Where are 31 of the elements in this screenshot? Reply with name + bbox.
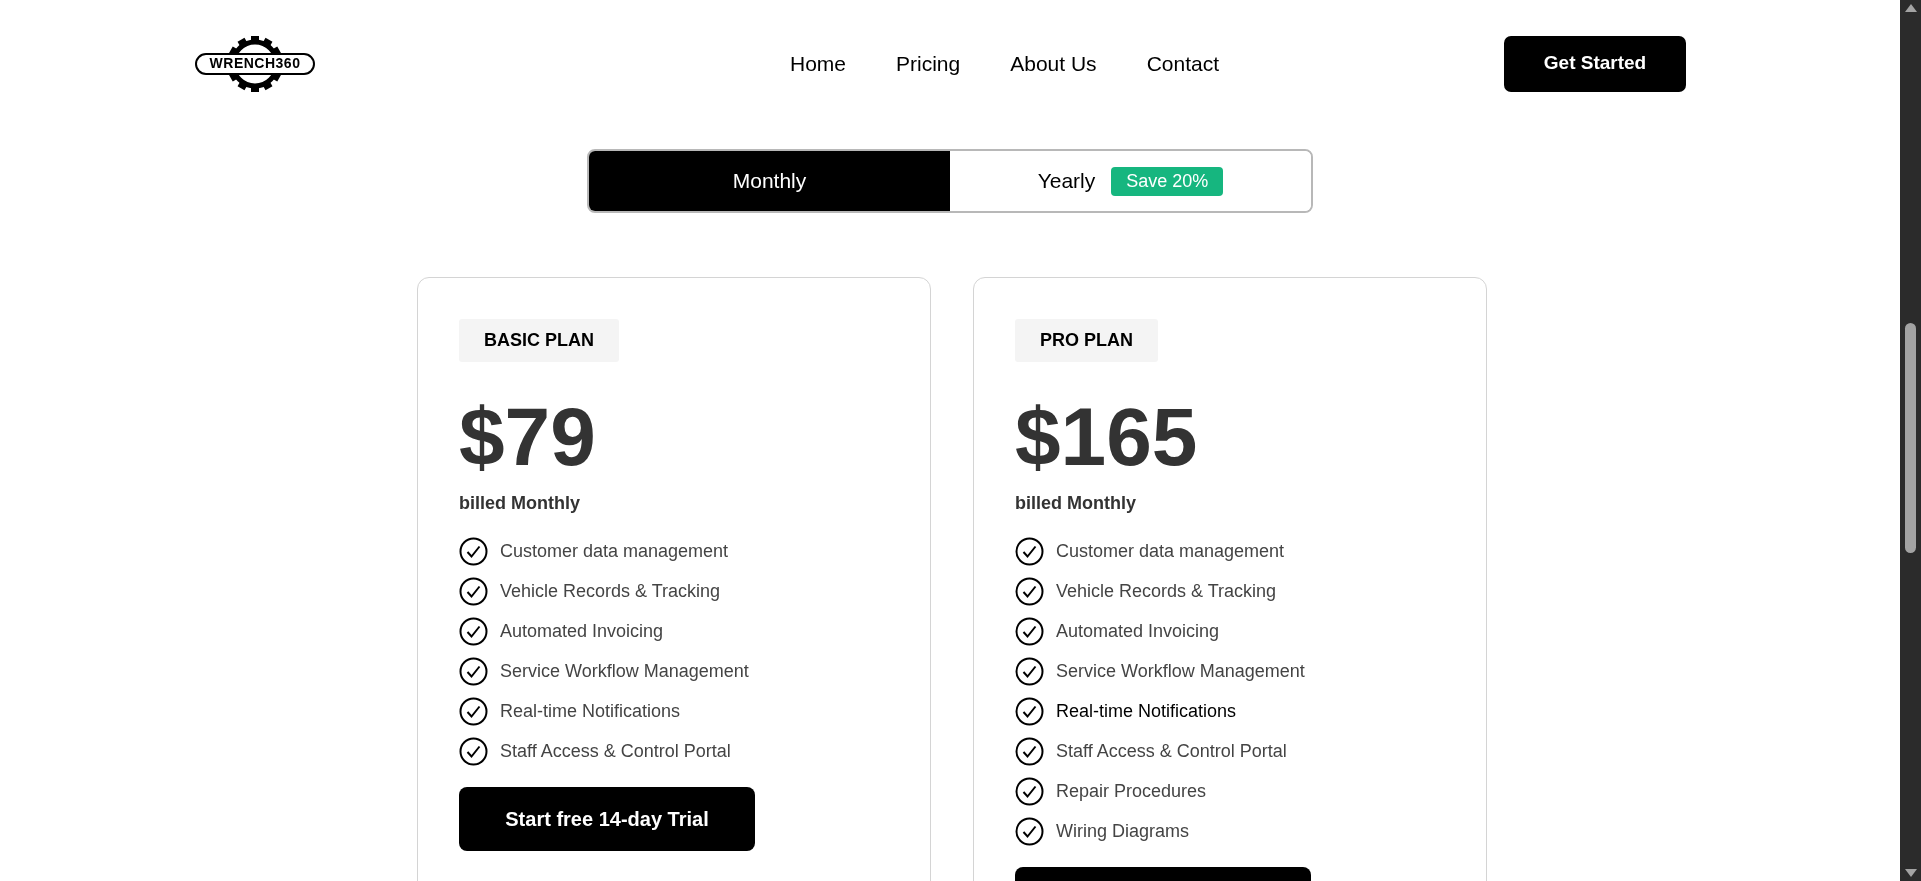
plan-tag: BASIC PLAN <box>459 319 619 362</box>
tab-label: Yearly <box>1037 168 1096 195</box>
feature-text: Customer data management <box>1056 540 1285 563</box>
feature-text: Service Workflow Management <box>1056 660 1305 683</box>
get-started-button[interactable]: Get Started <box>1504 35 1686 92</box>
trial-button[interactable]: Start free 14-day Trial <box>459 787 755 851</box>
plan-tag: PRO PLAN <box>1015 319 1158 362</box>
plan-price: $79 <box>459 396 596 478</box>
plan-price: $165 <box>1015 396 1198 478</box>
feature-text: Service Workflow Management <box>500 660 749 683</box>
feature-text: Automated Invoicing <box>500 620 664 643</box>
feature-text: Wiring Diagrams <box>1056 820 1190 843</box>
feature-text: Staff Access & Control Portal <box>1056 740 1287 763</box>
tab-label: Monthly <box>732 168 807 195</box>
billing-note: billed Monthly <box>1015 492 1136 515</box>
feature-text: Vehicle Records & Tracking <box>500 580 721 603</box>
feature-text: Repair Procedures <box>1056 780 1207 803</box>
nav-link[interactable]: About Us <box>1010 47 1097 80</box>
billing-note: billed Monthly <box>459 492 580 515</box>
feature-text: Automated Invoicing <box>1056 620 1220 643</box>
discount-badge: Save 20% <box>1111 166 1224 196</box>
nav-link[interactable]: Contact <box>1146 47 1219 80</box>
billing-tab[interactable]: Monthly <box>589 151 950 211</box>
logo-text[interactable]: WRENCH360 <box>195 52 315 75</box>
feature-text: Real-time Notifications <box>1056 700 1237 723</box>
nav-link[interactable]: Pricing <box>896 47 961 80</box>
feature-text: Staff Access & Control Portal <box>500 740 731 763</box>
feature-text: Customer data management <box>500 540 729 563</box>
feature-text: Vehicle Records & Tracking <box>1056 580 1277 603</box>
nav-link[interactable]: Home <box>790 47 847 80</box>
feature-text: Real-time Notifications <box>500 700 681 723</box>
